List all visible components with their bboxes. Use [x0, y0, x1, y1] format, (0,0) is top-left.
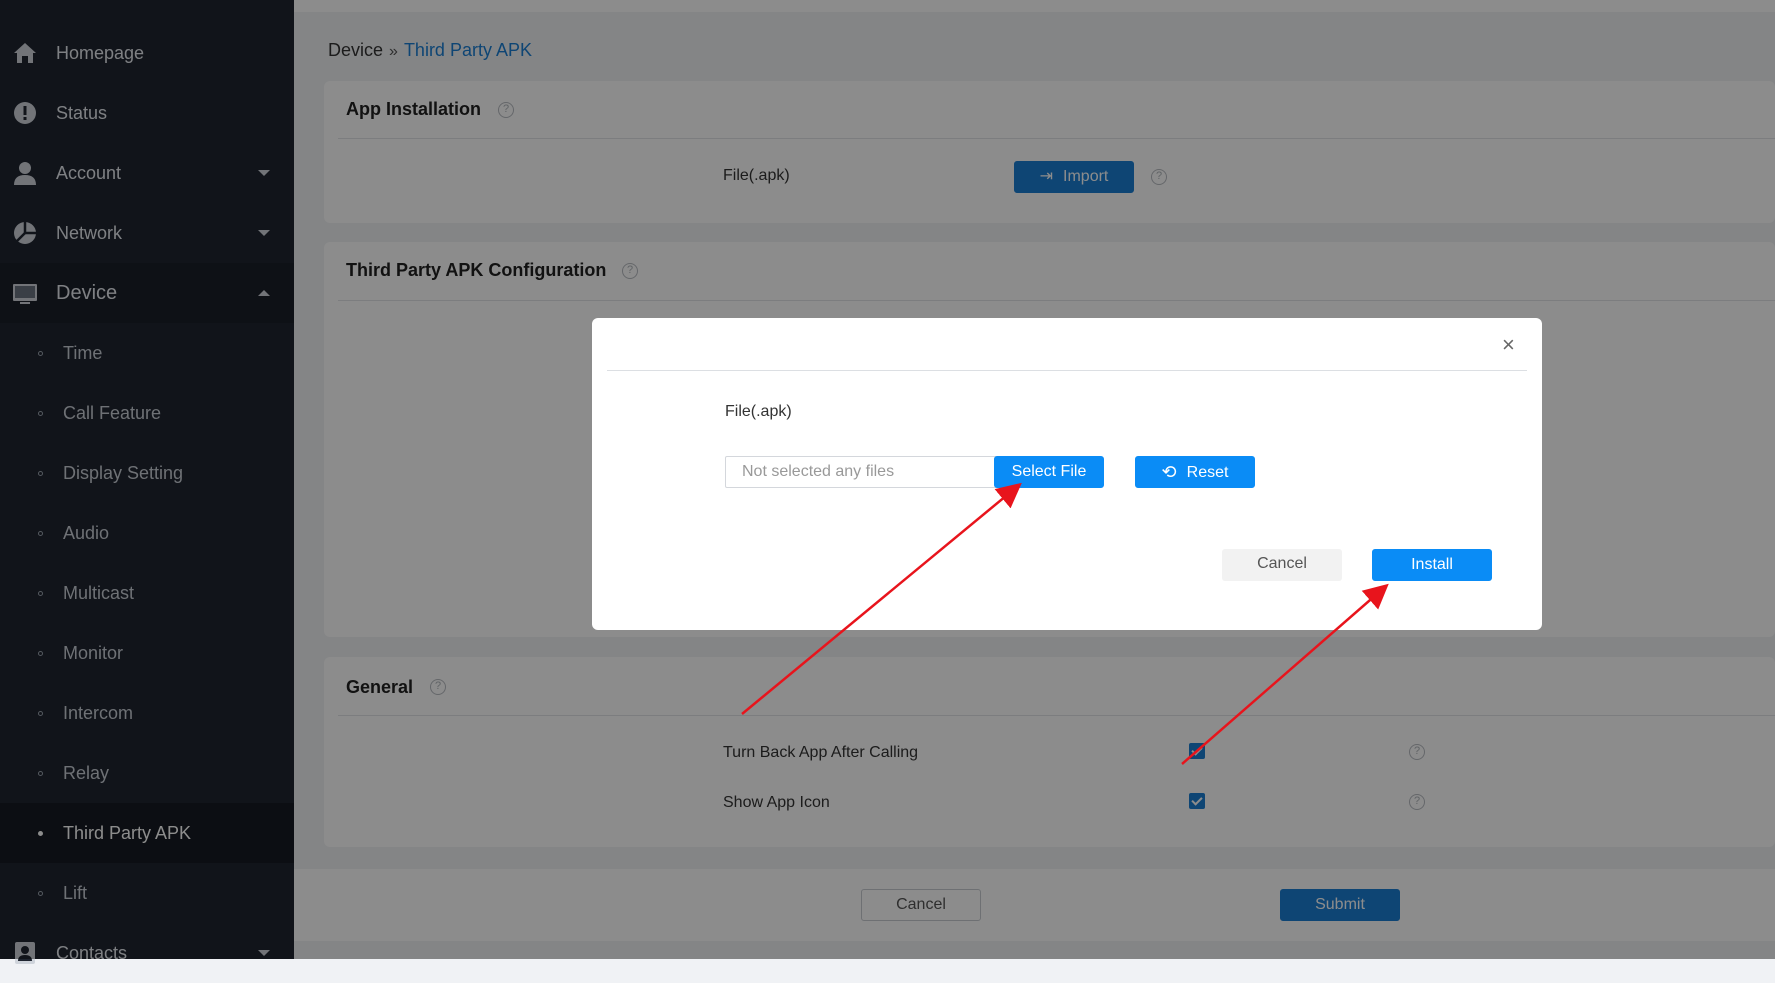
install-button[interactable]: Install — [1372, 549, 1492, 581]
divider — [607, 370, 1527, 371]
file-path-input[interactable]: Not selected any files — [725, 456, 997, 488]
modal-cancel-button[interactable]: Cancel — [1222, 549, 1342, 581]
close-icon[interactable]: × — [1502, 332, 1515, 358]
reset-button[interactable]: ⟲ Reset — [1135, 456, 1255, 488]
reset-label: Reset — [1186, 464, 1229, 481]
reset-icon: ⟲ — [1161, 462, 1177, 482]
install-apk-dialog: × File(.apk) Not selected any files Sele… — [592, 318, 1542, 630]
select-file-button[interactable]: Select File — [994, 456, 1104, 488]
modal-file-apk-label: File(.apk) — [725, 403, 792, 420]
